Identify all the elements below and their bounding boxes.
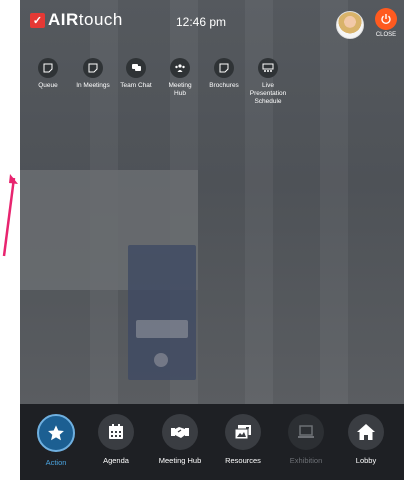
- handshake-icon: [162, 414, 198, 450]
- note-icon: [214, 58, 234, 78]
- logo-text-air: AIR: [48, 10, 79, 29]
- close-button[interactable]: CLOSE: [372, 8, 400, 38]
- background-card: [128, 245, 196, 380]
- tab-label: Exhibition: [289, 456, 323, 465]
- app-window: ✓ AIR touch 12:46 pm CLOSE Queue In Meet…: [20, 0, 404, 480]
- home-icon: [348, 414, 384, 450]
- note-icon: [83, 58, 103, 78]
- tab-lobby[interactable]: Lobby: [336, 414, 396, 465]
- images-icon: [225, 414, 261, 450]
- close-label: CLOSE: [375, 32, 397, 38]
- quick-actions: Queue In Meetings Team Chat Meeting Hub …: [20, 58, 404, 118]
- logo-check-icon: ✓: [30, 12, 45, 28]
- tab-label: Meeting Hub: [158, 456, 202, 465]
- top-bar: ✓ AIR touch 12:46 pm CLOSE: [20, 0, 404, 46]
- logo-text-touch: touch: [78, 10, 123, 29]
- airtouch-logo: ✓ AIR touch: [30, 10, 123, 30]
- tab-label: Resources: [225, 456, 261, 465]
- action-label: Live Presentation Schedule: [249, 82, 287, 105]
- clock: 12:46 pm: [176, 15, 227, 29]
- presentation-icon: [258, 58, 278, 78]
- tab-label: Action: [45, 458, 67, 467]
- chat-icon: [126, 58, 146, 78]
- tab-resources[interactable]: Resources: [213, 414, 273, 465]
- tab-label: Lobby: [355, 456, 377, 465]
- tab-action[interactable]: Action: [26, 414, 86, 467]
- user-avatar[interactable]: [336, 11, 364, 39]
- action-label: Meeting Hub: [168, 82, 192, 97]
- tab-meeting-hub[interactable]: Meeting Hub: [150, 414, 210, 465]
- star-icon: [37, 414, 75, 452]
- tab-agenda[interactable]: Agenda: [86, 414, 146, 465]
- tab-label: Agenda: [103, 456, 129, 465]
- action-live-presentation-schedule[interactable]: Live Presentation Schedule: [242, 58, 294, 106]
- people-icon: [170, 58, 190, 78]
- calendar-icon: [98, 414, 134, 450]
- laptop-icon: [288, 414, 324, 450]
- annotation-arrow: [2, 174, 18, 257]
- power-icon: [375, 8, 397, 30]
- tab-exhibition[interactable]: Exhibition: [276, 414, 336, 465]
- note-icon: [38, 58, 58, 78]
- bottom-nav: Action Agenda Meeting Hub Resources Exhi…: [20, 404, 404, 480]
